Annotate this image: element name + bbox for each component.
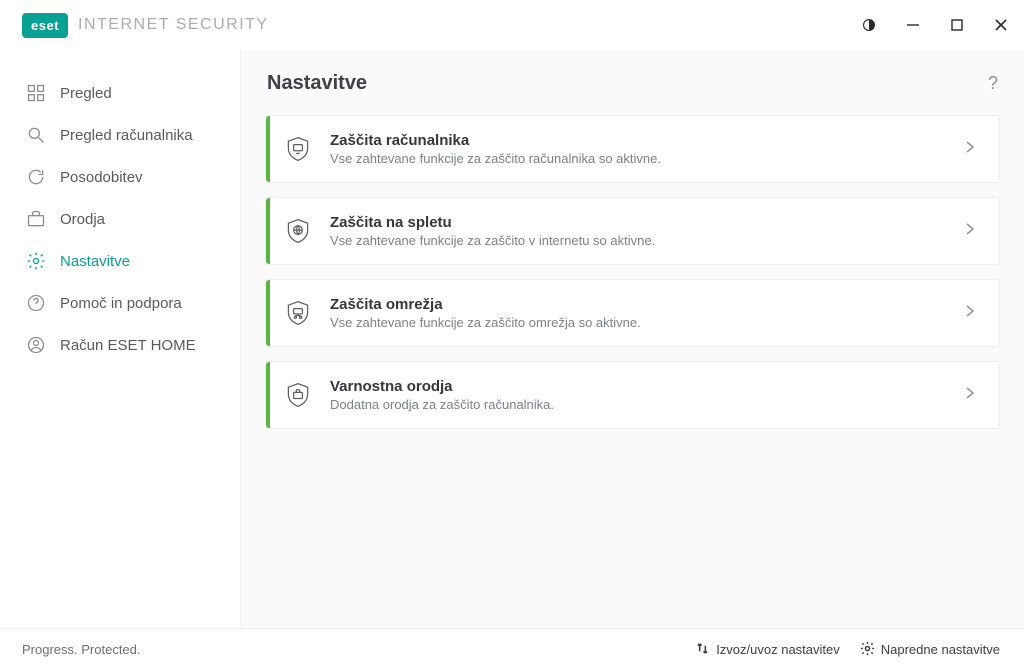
sidebar-item-orodja[interactable]: Orodja — [0, 198, 240, 240]
sidebar-item-label: Pomoč in podpora — [60, 295, 182, 312]
card-zascita-racunalnika[interactable]: Zaščita računalnika Vse zahtevane funkci… — [265, 115, 1000, 183]
chevron-right-icon — [963, 140, 977, 159]
chevron-right-icon — [963, 222, 977, 241]
help-button[interactable]: ? — [988, 73, 998, 94]
minimize-icon[interactable] — [904, 16, 922, 34]
gear-icon — [26, 251, 46, 271]
sidebar-item-racun[interactable]: Račun ESET HOME — [0, 324, 240, 366]
sidebar-item-label: Pregled — [60, 85, 112, 102]
card-body: Zaščita na spletu Vse zahtevane funkcije… — [330, 214, 963, 248]
dashboard-icon — [26, 83, 46, 103]
eset-logo-badge: eset — [22, 13, 68, 38]
account-icon — [26, 335, 46, 355]
card-title: Zaščita na spletu — [330, 214, 963, 231]
card-subtitle: Vse zahtevane funkcije za zaščito računa… — [330, 151, 963, 166]
search-icon — [26, 125, 46, 145]
card-body: Varnostna orodja Dodatna orodja za zašči… — [330, 378, 963, 412]
card-title: Zaščita računalnika — [330, 132, 963, 149]
toolbox-icon — [26, 209, 46, 229]
card-title: Zaščita omrežja — [330, 296, 963, 313]
tagline: Progress. Protected. — [22, 642, 141, 657]
card-varnostna-orodja[interactable]: Varnostna orodja Dodatna orodja za zašči… — [265, 361, 1000, 429]
sidebar-item-nastavitve[interactable]: Nastavitve — [0, 240, 240, 282]
product-name: INTERNET SECURITY — [78, 16, 269, 34]
card-subtitle: Vse zahtevane funkcije za zaščito v inte… — [330, 233, 963, 248]
help-icon — [26, 293, 46, 313]
card-body: Zaščita omrežja Vse zahtevane funkcije z… — [330, 296, 963, 330]
page-title: Nastavitve — [267, 72, 367, 95]
sidebar: Pregled Pregled računalnika Posodobitev … — [0, 50, 240, 628]
card-subtitle: Vse zahtevane funkcije za zaščito omrežj… — [330, 315, 963, 330]
footer-link-label: Izvoz/uvoz nastavitev — [716, 642, 840, 657]
chevron-right-icon — [963, 386, 977, 405]
settings-cards: Zaščita računalnika Vse zahtevane funkci… — [265, 115, 1000, 429]
advanced-settings-button[interactable]: Napredne nastavitve — [860, 641, 1000, 659]
sidebar-item-pregled[interactable]: Pregled — [0, 72, 240, 114]
sidebar-item-posodobitev[interactable]: Posodobitev — [0, 156, 240, 198]
maximize-icon[interactable] — [948, 16, 966, 34]
gear-icon — [860, 641, 875, 659]
sidebar-item-pregled-racunalnika[interactable]: Pregled računalnika — [0, 114, 240, 156]
shield-network-icon — [266, 299, 330, 327]
sidebar-item-label: Nastavitve — [60, 253, 130, 270]
sidebar-item-label: Posodobitev — [60, 169, 143, 186]
update-icon — [26, 167, 46, 187]
footer: Progress. Protected. Izvoz/uvoz nastavit… — [0, 628, 1024, 670]
shield-globe-icon — [266, 217, 330, 245]
card-title: Varnostna orodja — [330, 378, 963, 395]
card-zascita-na-spletu[interactable]: Zaščita na spletu Vse zahtevane funkcije… — [265, 197, 1000, 265]
footer-link-label: Napredne nastavitve — [881, 642, 1000, 657]
theme-toggle-icon[interactable] — [860, 16, 878, 34]
card-body: Zaščita računalnika Vse zahtevane funkci… — [330, 132, 963, 166]
card-subtitle: Dodatna orodja za zaščito računalnika. — [330, 397, 963, 412]
shield-monitor-icon — [266, 135, 330, 163]
sidebar-item-label: Orodja — [60, 211, 105, 228]
window-controls — [860, 16, 1010, 34]
import-export-icon — [695, 641, 710, 659]
sidebar-item-pomoc[interactable]: Pomoč in podpora — [0, 282, 240, 324]
logo-group: eset INTERNET SECURITY — [22, 13, 269, 38]
main-header: Nastavitve ? — [265, 72, 1000, 95]
chevron-right-icon — [963, 304, 977, 323]
titlebar: eset INTERNET SECURITY — [0, 0, 1024, 50]
close-icon[interactable] — [992, 16, 1010, 34]
card-zascita-omrezja[interactable]: Zaščita omrežja Vse zahtevane funkcije z… — [265, 279, 1000, 347]
sidebar-item-label: Pregled računalnika — [60, 127, 193, 144]
main-panel: Nastavitve ? Zaščita računalnika Vse zah… — [240, 50, 1024, 628]
import-export-button[interactable]: Izvoz/uvoz nastavitev — [695, 641, 840, 659]
sidebar-item-label: Račun ESET HOME — [60, 337, 196, 354]
shield-briefcase-icon — [266, 381, 330, 409]
footer-actions: Izvoz/uvoz nastavitev Napredne nastavitv… — [695, 641, 1000, 659]
